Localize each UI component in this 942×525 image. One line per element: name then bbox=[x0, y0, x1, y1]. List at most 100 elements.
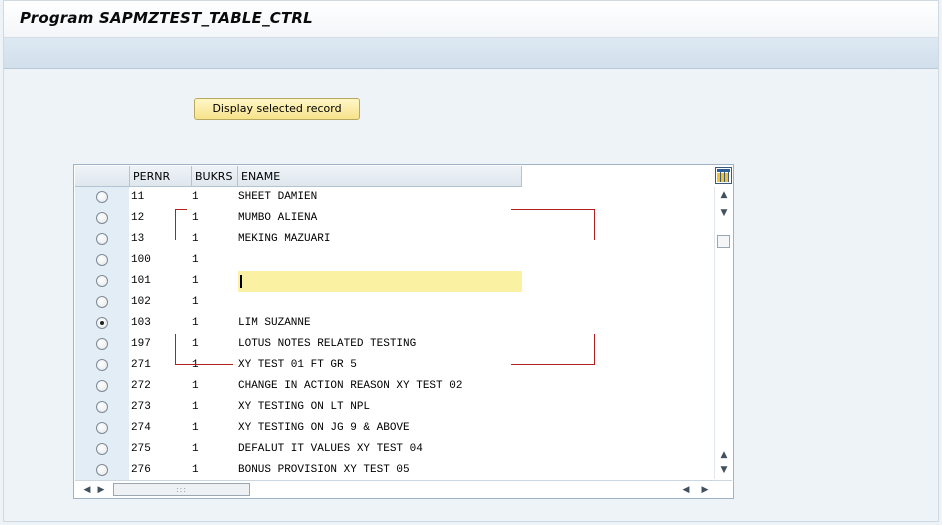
table-row[interactable]: 12 1 MUMBO ALIENA bbox=[75, 208, 522, 229]
cell-pernr: 101 bbox=[131, 275, 151, 287]
table-row[interactable]: 275 1 DEFALUT IT VALUES XY TEST 04 bbox=[75, 439, 522, 460]
cell-pernr: 103 bbox=[131, 317, 151, 329]
scroll-right-icon[interactable]: ▶ bbox=[95, 483, 107, 497]
cell-pernr: 276 bbox=[131, 464, 151, 476]
cell-ename-text: LIM SUZANNE bbox=[238, 317, 311, 329]
cell-ename-text: XY TESTING ON JG 9 & ABOVE bbox=[238, 422, 410, 434]
page-up-icon[interactable]: ▲ bbox=[718, 449, 730, 461]
cell-ename bbox=[238, 250, 522, 271]
cell-ename: SHEET DAMIEN bbox=[238, 187, 522, 208]
cell-ename-text: CHANGE IN ACTION REASON XY TEST 02 bbox=[238, 380, 463, 392]
row-select-radio[interactable] bbox=[96, 191, 108, 203]
table-row[interactable]: 100 1 bbox=[75, 250, 522, 271]
cell-ename: BONUS PROVISION XY TEST 05 bbox=[238, 460, 522, 481]
ename-input-field[interactable] bbox=[238, 271, 522, 292]
cell-bukrs: 1 bbox=[192, 275, 199, 287]
row-select-radio[interactable] bbox=[96, 401, 108, 413]
header-pernr[interactable]: PERNR bbox=[130, 166, 192, 187]
scroll-left-icon[interactable]: ◀ bbox=[81, 483, 93, 497]
page-right-icon[interactable]: ▶ bbox=[699, 483, 711, 497]
cell-ename: XY TESTING ON JG 9 & ABOVE bbox=[238, 418, 522, 439]
table-row[interactable]: 273 1 XY TESTING ON LT NPL bbox=[75, 397, 522, 418]
table-settings-icon[interactable] bbox=[715, 167, 732, 184]
row-select-radio[interactable] bbox=[96, 464, 108, 476]
cell-bukrs: 1 bbox=[192, 254, 199, 266]
cell-ename: DEFALUT IT VALUES XY TEST 04 bbox=[238, 439, 522, 460]
header-ename[interactable]: ENAME bbox=[238, 166, 522, 187]
horizontal-scrollbar[interactable]: ◀ ▶ ::: ◀ ▶ bbox=[75, 480, 732, 498]
table-row[interactable]: 274 1 XY TESTING ON JG 9 & ABOVE bbox=[75, 418, 522, 439]
cell-ename: LIM SUZANNE bbox=[238, 313, 522, 334]
annotation-bracket-left-top bbox=[175, 209, 187, 240]
cell-pernr: 100 bbox=[131, 254, 151, 266]
table-row[interactable]: 272 1 CHANGE IN ACTION REASON XY TEST 02 bbox=[75, 376, 522, 397]
annotation-bracket-left-bottom bbox=[175, 334, 233, 365]
cell-bukrs: 1 bbox=[192, 296, 199, 308]
vertical-scroll-thumb[interactable] bbox=[717, 235, 730, 248]
scroll-down-icon[interactable]: ▼ bbox=[718, 464, 730, 476]
cell-bukrs: 1 bbox=[192, 464, 199, 476]
table-row[interactable]: 276 1 BONUS PROVISION XY TEST 05 bbox=[75, 460, 522, 481]
table-row[interactable]: 197 1 LOTUS NOTES RELATED TESTING bbox=[75, 334, 522, 355]
application-toolbar bbox=[4, 38, 938, 69]
cell-pernr: 272 bbox=[131, 380, 151, 392]
cell-ename: XY TEST 01 FT GR 5 bbox=[238, 355, 522, 376]
page-down-icon[interactable]: ▼ bbox=[718, 207, 730, 219]
table-row[interactable]: 11 1 SHEET DAMIEN bbox=[75, 187, 522, 208]
cell-pernr: 275 bbox=[131, 443, 151, 455]
cell-pernr: 102 bbox=[131, 296, 151, 308]
row-select-radio[interactable] bbox=[96, 443, 108, 455]
cell-ename-text: MUMBO ALIENA bbox=[238, 212, 318, 224]
row-select-radio[interactable] bbox=[96, 233, 108, 245]
page-left-icon[interactable]: ◀ bbox=[680, 483, 692, 497]
cell-ename: MUMBO ALIENA bbox=[238, 208, 522, 229]
row-select-radio[interactable] bbox=[96, 380, 108, 392]
cell-ename-text: BONUS PROVISION XY TEST 05 bbox=[238, 464, 410, 476]
window-title: Program SAPMZTEST_TABLE_CTRL bbox=[20, 9, 313, 27]
cell-ename bbox=[238, 292, 522, 313]
header-bukrs[interactable]: BUKRS bbox=[192, 166, 238, 187]
cell-ename: XY TESTING ON LT NPL bbox=[238, 397, 522, 418]
cell-ename: MEKING MAZUARI bbox=[238, 229, 522, 250]
cell-bukrs: 1 bbox=[192, 317, 199, 329]
cell-ename-text: LOTUS NOTES RELATED TESTING bbox=[238, 338, 417, 350]
row-select-radio[interactable] bbox=[96, 296, 108, 308]
header-selector-cell[interactable] bbox=[75, 166, 130, 187]
table-control: PERNR BUKRS ENAME 11 1 SHEET DAMIEN 12 1 MUMB… bbox=[73, 164, 734, 499]
cell-ename-text: XY TEST 01 FT GR 5 bbox=[238, 359, 357, 371]
cell-bukrs: 1 bbox=[192, 401, 199, 413]
annotation-bracket-right-bottom bbox=[511, 334, 595, 365]
cell-bukrs: 1 bbox=[192, 233, 199, 245]
cell-pernr: 11 bbox=[131, 191, 145, 203]
cell-bukrs: 1 bbox=[192, 212, 199, 224]
cell-pernr: 273 bbox=[131, 401, 151, 413]
display-selected-record-button[interactable]: Display selected record bbox=[194, 98, 360, 120]
cell-pernr: 274 bbox=[131, 422, 151, 434]
vertical-scrollbar[interactable]: ▲ ▼ ▲ ▼ bbox=[714, 187, 732, 479]
cell-bukrs: 1 bbox=[192, 191, 199, 203]
cell-ename: LOTUS NOTES RELATED TESTING bbox=[238, 334, 522, 355]
annotation-bracket-right-top bbox=[511, 209, 595, 240]
table-row[interactable]: 101 1 bbox=[75, 271, 522, 292]
table-header: PERNR BUKRS ENAME bbox=[75, 166, 522, 187]
table-row[interactable]: 271 1 XY TEST 01 FT GR 5 bbox=[75, 355, 522, 376]
row-select-radio[interactable] bbox=[96, 338, 108, 350]
row-select-radio[interactable] bbox=[96, 254, 108, 266]
scroll-up-icon[interactable]: ▲ bbox=[718, 189, 730, 201]
table-row[interactable]: 102 1 bbox=[75, 292, 522, 313]
cell-bukrs: 1 bbox=[192, 380, 199, 392]
row-select-radio[interactable] bbox=[96, 317, 108, 329]
row-select-radio[interactable] bbox=[96, 422, 108, 434]
row-select-radio[interactable] bbox=[96, 359, 108, 371]
text-cursor bbox=[240, 275, 242, 288]
cell-ename-text: SHEET DAMIEN bbox=[238, 191, 318, 203]
cell-ename-text: DEFALUT IT VALUES XY TEST 04 bbox=[238, 443, 423, 455]
table-row[interactable]: 13 1 MEKING MAZUARI bbox=[75, 229, 522, 250]
row-select-radio[interactable] bbox=[96, 212, 108, 224]
cell-ename-text: MEKING MAZUARI bbox=[238, 233, 331, 245]
horizontal-scroll-thumb[interactable]: ::: bbox=[113, 483, 250, 496]
cell-ename: CHANGE IN ACTION REASON XY TEST 02 bbox=[238, 376, 522, 397]
row-select-radio[interactable] bbox=[96, 275, 108, 287]
cell-ename-text: XY TESTING ON LT NPL bbox=[238, 401, 371, 413]
table-row[interactable]: 103 1 LIM SUZANNE bbox=[75, 313, 522, 334]
